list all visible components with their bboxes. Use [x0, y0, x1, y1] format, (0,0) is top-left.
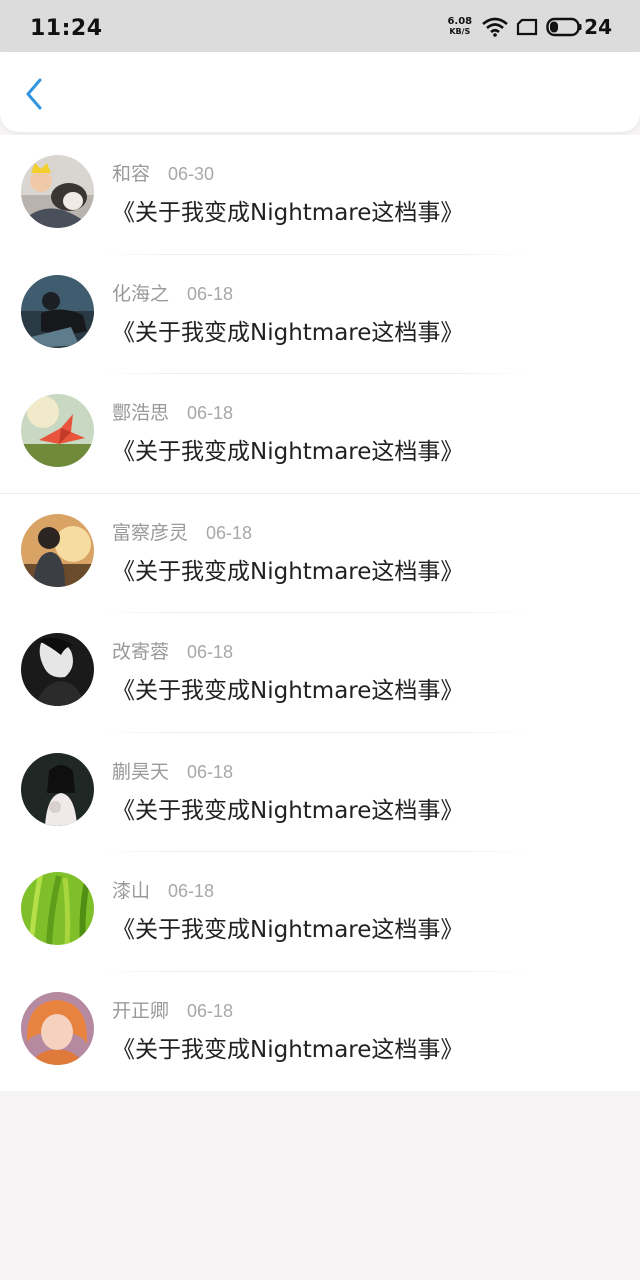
comment-text[interactable]: 《关于我变成Nightmare这档事》: [112, 432, 463, 466]
comment-meta: 化海之 06-18: [112, 279, 233, 306]
user-name[interactable]: 开正卿: [112, 996, 169, 1023]
network-speed-unit: KB/S: [449, 27, 471, 36]
post-date: 06-18: [187, 642, 234, 662]
post-date: 06-18: [168, 881, 215, 901]
battery-icon: [546, 17, 582, 37]
comment-meta: 和容 06-30: [112, 159, 214, 186]
comment-text[interactable]: 《关于我变成Nightmare这档事》: [112, 552, 463, 586]
avatar[interactable]: [21, 752, 94, 826]
comment-list: 和容 06-30 《关于我变成Nightmare这档事》 化海之 06-18 《…: [0, 135, 640, 1091]
comment-meta: 改寄蓉 06-18: [112, 637, 233, 664]
list-item[interactable]: 酆浩思 06-18 《关于我变成Nightmare这档事》: [0, 374, 640, 494]
post-date: 06-18: [187, 403, 234, 423]
post-date: 06-18: [206, 522, 253, 543]
comment-meta: 酆浩思 06-18: [112, 398, 233, 425]
comment-text[interactable]: 《关于我变成Nightmare这档事》: [112, 671, 463, 705]
comment-text[interactable]: 《关于我变成Nightmare这档事》: [112, 193, 463, 227]
list-item[interactable]: 化海之 06-18 《关于我变成Nightmare这档事》: [0, 255, 640, 374]
user-name[interactable]: 酆浩思: [112, 398, 169, 425]
user-name[interactable]: 化海之: [112, 279, 169, 306]
top-nav-bar: [0, 52, 640, 132]
chevron-left-icon: [24, 78, 44, 114]
comment-text[interactable]: 《关于我变成Nightmare这档事》: [112, 910, 463, 944]
comment-text[interactable]: 《关于我变成Nightmare这档事》: [112, 313, 463, 347]
avatar[interactable]: [21, 991, 94, 1065]
list-item[interactable]: 蒯昊天 06-18 《关于我变成Nightmare这档事》: [0, 733, 640, 852]
list-item[interactable]: 富察彦灵 06-18 《关于我变成Nightmare这档事》: [0, 494, 640, 613]
sim-card-icon: [516, 18, 538, 36]
avatar[interactable]: [21, 274, 94, 348]
user-name[interactable]: 蒯昊天: [112, 757, 169, 784]
list-item[interactable]: 和容 06-30 《关于我变成Nightmare这档事》: [0, 135, 640, 255]
user-name[interactable]: 改寄蓉: [112, 637, 169, 664]
user-name[interactable]: 漆山: [112, 876, 150, 903]
user-name[interactable]: 富察彦灵: [112, 518, 188, 545]
battery-level: 24: [584, 15, 612, 39]
avatar[interactable]: [21, 633, 94, 706]
avatar[interactable]: [21, 155, 94, 228]
network-speed-value: 6.08: [447, 16, 473, 27]
comment-meta: 富察彦灵 06-18: [112, 518, 252, 545]
comment-text[interactable]: 《关于我变成Nightmare这档事》: [112, 791, 463, 825]
avatar[interactable]: [21, 872, 94, 945]
comment-meta: 蒯昊天 06-18: [112, 757, 233, 784]
status-bar: 11:24 6.08 KB/S 24: [0, 0, 640, 52]
post-date: 06-18: [187, 1000, 234, 1021]
wifi-icon: [482, 17, 508, 37]
comment-meta: 漆山 06-18: [112, 876, 214, 903]
avatar[interactable]: [21, 513, 94, 587]
list-item[interactable]: 开正卿 06-18 《关于我变成Nightmare这档事》: [0, 972, 640, 1092]
post-date: 06-30: [168, 164, 215, 184]
post-date: 06-18: [187, 283, 234, 304]
status-time: 11:24: [30, 16, 103, 41]
back-button[interactable]: [16, 76, 52, 116]
comment-meta: 开正卿 06-18: [112, 996, 233, 1023]
user-name[interactable]: 和容: [112, 159, 150, 186]
status-icons: 6.08 KB/S 24: [447, 14, 612, 40]
post-date: 06-18: [187, 761, 234, 782]
comment-text[interactable]: 《关于我变成Nightmare这档事》: [112, 1030, 463, 1064]
list-item[interactable]: 漆山 06-18 《关于我变成Nightmare这档事》: [0, 852, 640, 972]
avatar[interactable]: [21, 394, 94, 467]
list-item[interactable]: 改寄蓉 06-18 《关于我变成Nightmare这档事》: [0, 613, 640, 733]
network-speed: 6.08 KB/S: [447, 17, 472, 37]
